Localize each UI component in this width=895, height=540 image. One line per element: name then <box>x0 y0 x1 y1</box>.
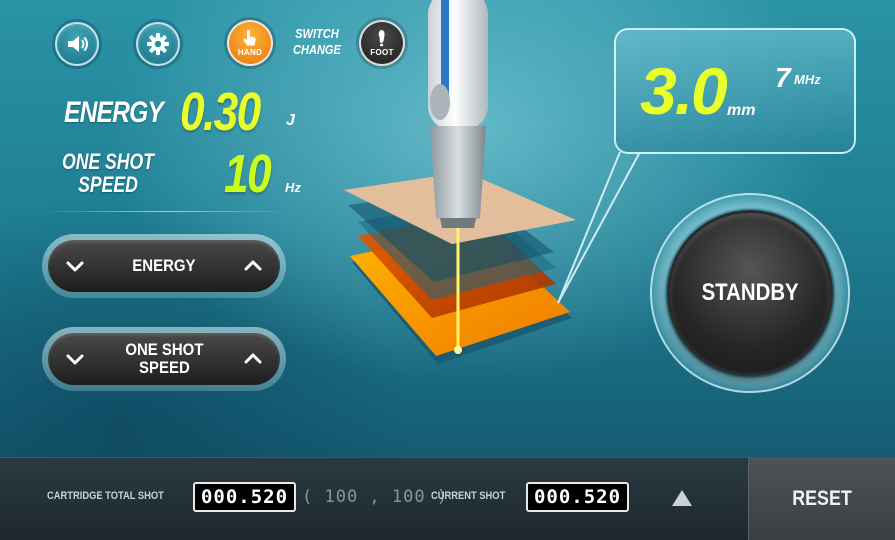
standby-button[interactable]: STANDBY <box>667 210 833 376</box>
speaker-icon <box>68 36 88 52</box>
speed-readout-label: ONE SHOT SPEED <box>62 150 154 196</box>
hand-pointer-icon <box>243 30 256 46</box>
speed-adjust-control: ONE SHOT SPEED <box>42 327 286 391</box>
cartridge-range: ( 100 , 100 ) <box>302 487 449 507</box>
depth-unit: mm <box>727 102 756 119</box>
energy-adjust-label: ENERGY <box>132 256 196 275</box>
energy-readout-label: ENERGY <box>64 96 164 129</box>
chevron-up-icon[interactable] <box>242 348 264 370</box>
speed-adjust-pill: ONE SHOT SPEED <box>48 333 280 385</box>
frequency-unit: MHz <box>794 72 821 87</box>
energy-adjust-control: ENERGY <box>42 234 286 298</box>
speed-readout-label-line-1: ONE SHOT <box>62 149 154 174</box>
standby-label: STANDBY <box>701 279 799 306</box>
cartridge-total-shot-counter: 000.520 <box>193 482 296 512</box>
current-shot-label: CURRENT SHOT <box>431 490 506 502</box>
speed-readout-value: 10 <box>224 144 272 204</box>
volume-button[interactable] <box>55 22 99 66</box>
energy-adjust-pill: ENERGY <box>48 240 280 292</box>
chevron-down-icon[interactable] <box>64 348 86 370</box>
hand-mode-label: HAND <box>237 48 263 57</box>
triangle-up-icon[interactable] <box>671 488 693 508</box>
cartridge-total-shot-label: CARTRIDGE TOTAL SHOT <box>47 490 164 502</box>
depth-bubble-pointer <box>557 151 641 304</box>
hand-mode-button[interactable]: HAND <box>227 20 273 66</box>
settings-button[interactable] <box>136 22 180 66</box>
readout-divider <box>40 211 288 212</box>
speed-adjust-label-line-2: SPEED <box>138 358 190 377</box>
frequency-value: 7 <box>775 62 791 93</box>
control-screen: HAND SWITCH CHANGE FOOT ENERGY 0.30 J ON… <box>0 0 895 540</box>
reset-button[interactable]: RESET <box>748 457 895 540</box>
chevron-down-icon[interactable] <box>64 255 86 277</box>
speed-adjust-label-line-1: ONE SHOT <box>124 340 204 359</box>
chevron-up-icon[interactable] <box>242 255 264 277</box>
speed-adjust-label: ONE SHOT SPEED <box>125 341 203 377</box>
current-shot-counter: 000.520 <box>526 482 629 512</box>
energy-readout-value: 0.30 <box>180 82 261 142</box>
reset-label: RESET <box>792 486 852 510</box>
speed-readout-label-line-2: SPEED <box>78 172 138 197</box>
depth-value: 3.0 <box>640 54 728 128</box>
energy-readout-unit: J <box>286 112 295 129</box>
speed-readout-unit: Hz <box>285 180 301 195</box>
gear-icon <box>147 33 169 55</box>
